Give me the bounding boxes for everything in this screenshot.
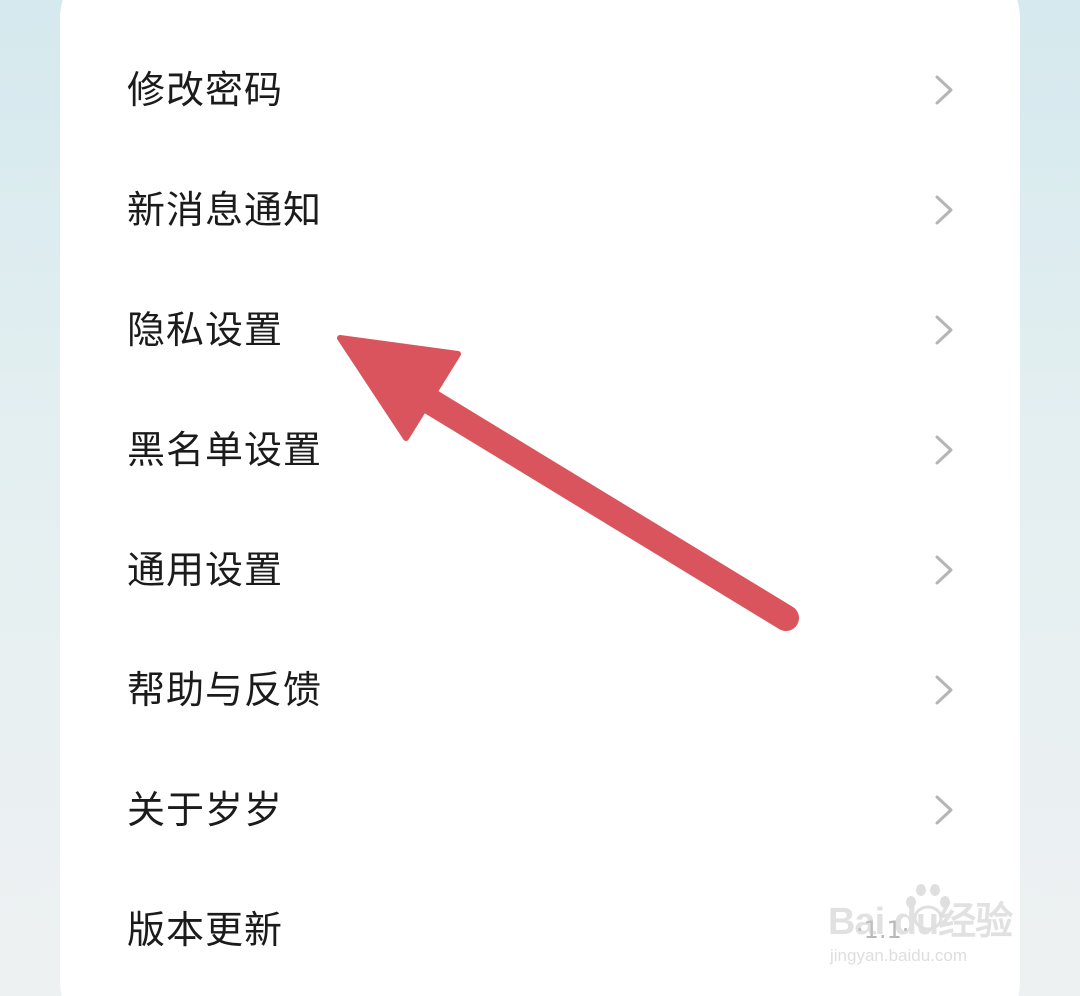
settings-item-label: 隐私设置 (127, 308, 284, 352)
settings-item-label: 版本更新 (127, 908, 284, 952)
chevron-right-icon (932, 194, 956, 226)
settings-item-label: 修改密码 (127, 68, 284, 112)
settings-item-label: 关于岁岁 (127, 788, 284, 832)
settings-item-new-message-notification[interactable]: 新消息通知 (60, 150, 1020, 270)
settings-item-version-update[interactable]: 版本更新 ·1.1· (60, 870, 1020, 990)
settings-list: 修改密码 新消息通知 隐私设置 黑名单设置 通用设置 帮助与反馈 关于岁岁 版本… (60, 30, 1020, 990)
settings-item-label: 新消息通知 (127, 188, 323, 232)
chevron-right-icon (932, 794, 956, 826)
chevron-right-icon (932, 74, 956, 106)
version-value: ·1.1· (856, 916, 910, 944)
settings-item-label: 黑名单设置 (127, 428, 323, 472)
settings-item-general[interactable]: 通用设置 (60, 510, 1020, 630)
settings-item-blacklist[interactable]: 黑名单设置 (60, 390, 1020, 510)
settings-item-label: 帮助与反馈 (127, 668, 323, 712)
settings-item-help-feedback[interactable]: 帮助与反馈 (60, 630, 1020, 750)
chevron-right-icon (932, 674, 956, 706)
chevron-right-icon (932, 434, 956, 466)
chevron-right-icon (932, 554, 956, 586)
settings-item-privacy[interactable]: 隐私设置 (60, 270, 1020, 390)
chevron-right-icon (932, 314, 956, 346)
settings-item-about[interactable]: 关于岁岁 (60, 750, 1020, 870)
settings-item-label: 通用设置 (127, 548, 284, 592)
settings-item-change-password[interactable]: 修改密码 (60, 30, 1020, 150)
